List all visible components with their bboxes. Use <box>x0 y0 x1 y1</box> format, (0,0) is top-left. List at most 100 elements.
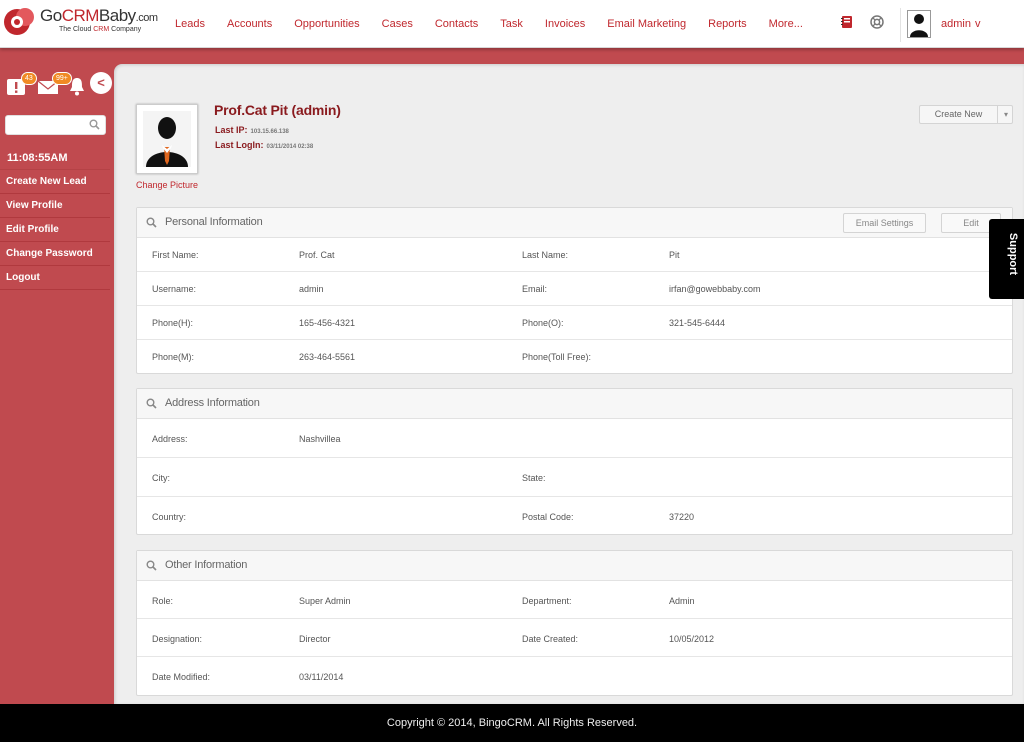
field-value: Admin <box>669 596 695 606</box>
field-label: Country: <box>152 512 187 522</box>
logo-tagline: The Cloud CRM Company <box>59 26 142 33</box>
field-value: irfan@gowebbaby.com <box>669 284 761 294</box>
user-silhouette-icon <box>143 111 191 167</box>
field-label: Last Name: <box>522 250 569 260</box>
table-row: Username: admin Email: irfan@gowebbaby.c… <box>137 272 1012 306</box>
search-icon <box>146 398 157 409</box>
sidebar: 43 99+ < 11:08:55AM Create New Lead View… <box>0 48 112 704</box>
panel-header: Personal Information Email Settings Edit <box>137 208 1012 238</box>
sidebar-menu: Create New Lead View Profile Edit Profil… <box>0 169 110 290</box>
profile-picture <box>136 104 198 174</box>
support-tab[interactable]: Support <box>989 219 1024 299</box>
field-label: Postal Code: <box>522 512 574 522</box>
field-value: Nashvillea <box>299 434 341 444</box>
table-row: City: State: <box>137 458 1012 497</box>
nav-accounts[interactable]: Accounts <box>216 0 283 48</box>
personal-information-panel: Personal Information Email Settings Edit… <box>136 207 1013 374</box>
user-menu[interactable]: admin v <box>900 8 1024 42</box>
field-label: First Name: <box>152 250 199 260</box>
address-information-panel: Address Information Address: Nashvillea … <box>136 388 1013 535</box>
field-label: Email: <box>522 284 548 294</box>
nav-reports[interactable]: Reports <box>697 0 758 48</box>
sidebar-link-change-password[interactable]: Change Password <box>0 242 110 266</box>
nav-task[interactable]: Task <box>489 0 534 48</box>
nav-cases[interactable]: Cases <box>371 0 424 48</box>
chevron-down-icon: v <box>975 18 981 30</box>
field-value: Prof. Cat <box>299 250 335 260</box>
user-name: admin <box>941 18 971 30</box>
table-row: Country: Postal Code: 37220 <box>137 497 1012 536</box>
field-label: Phone(M): <box>152 352 195 362</box>
table-row: Address: Nashvillea <box>137 419 1012 458</box>
panel-title: Other Information <box>165 559 248 571</box>
table-row: Designation: Director Date Created: 10/0… <box>137 619 1012 657</box>
field-label: City: <box>152 473 170 483</box>
panel-header: Address Information <box>137 389 1012 419</box>
field-value: 263-464-5561 <box>299 352 356 362</box>
profile-name: Prof.Cat Pit (admin) <box>214 102 341 118</box>
create-new-dropdown: Create New ▾ <box>919 105 1013 124</box>
last-login-row: Last LogIn: 03/11/2014 02:38 <box>215 140 314 150</box>
field-label: Phone(H): <box>152 318 194 328</box>
field-label: Department: <box>522 596 572 606</box>
field-value: 03/11/2014 <box>299 672 344 682</box>
top-header: GoCRMBaby.com The Cloud CRM Company Lead… <box>0 0 1024 48</box>
field-value: 37220 <box>669 512 695 522</box>
other-information-panel: Other Information Role: Super Admin Depa… <box>136 550 1013 696</box>
copyright-text: Copyright © 2014, BingoCRM. All Rights R… <box>386 717 638 729</box>
sidebar-search-input[interactable] <box>6 116 86 134</box>
search-icon[interactable] <box>89 119 100 130</box>
field-label: Date Modified: <box>152 672 211 682</box>
nav-more[interactable]: More... <box>758 0 814 48</box>
field-label: Role: <box>152 596 174 606</box>
sidebar-link-view-profile[interactable]: View Profile <box>0 194 110 218</box>
field-value: Super Admin <box>299 596 351 606</box>
change-picture-link[interactable]: Change Picture <box>136 180 198 190</box>
field-label: Designation: <box>152 634 203 644</box>
panel-title: Address Information <box>165 397 260 409</box>
table-row: Role: Super Admin Department: Admin <box>137 581 1012 619</box>
chevron-down-icon[interactable]: ▾ <box>999 106 1013 123</box>
field-label: Date Created: <box>522 634 579 644</box>
clock-time: 11:08:55AM <box>7 152 68 164</box>
brand-logo[interactable]: GoCRMBaby.com The Cloud CRM Company <box>3 2 163 42</box>
panel-title: Personal Information <box>165 216 263 228</box>
support-tab-label: Support <box>1007 232 1020 276</box>
nav-invoices[interactable]: Invoices <box>534 0 596 48</box>
search-icon <box>146 560 157 571</box>
field-value: admin <box>299 284 324 294</box>
search-icon <box>146 217 157 228</box>
avatar <box>907 10 931 38</box>
field-label: Phone(O): <box>522 318 564 328</box>
nav-opportunities[interactable]: Opportunities <box>283 0 370 48</box>
field-value: Director <box>299 634 331 644</box>
last-ip-row: Last IP: 103.15.66.138 <box>215 125 289 135</box>
logo-wordmark: GoCRMBaby.com <box>40 6 158 25</box>
table-row: First Name: Prof. Cat Last Name: Pit <box>137 238 1012 272</box>
footer: Copyright © 2014, BingoCRM. All Rights R… <box>0 704 1024 742</box>
top-icon-group <box>840 15 884 29</box>
field-label: State: <box>522 473 546 483</box>
field-value: Pit <box>669 250 680 260</box>
alert-count-badge: 43 <box>21 72 37 85</box>
sidebar-link-edit-profile[interactable]: Edit Profile <box>0 218 110 242</box>
notebook-icon[interactable] <box>840 15 854 29</box>
email-settings-button[interactable]: Email Settings <box>843 213 926 233</box>
field-label: Username: <box>152 284 197 294</box>
field-label: Phone(Toll Free): <box>522 352 592 362</box>
panel-header: Other Information <box>137 551 1012 581</box>
table-row: Date Modified: 03/11/2014 <box>137 657 1012 695</box>
sidebar-link-create-new-lead[interactable]: Create New Lead <box>0 170 110 194</box>
nav-leads[interactable]: Leads <box>164 0 216 48</box>
help-lifebuoy-icon[interactable] <box>870 15 884 29</box>
sidebar-link-logout[interactable]: Logout <box>0 266 110 290</box>
nav-email-marketing[interactable]: Email Marketing <box>596 0 697 48</box>
bell-icon[interactable] <box>68 77 86 97</box>
nav-contacts[interactable]: Contacts <box>424 0 489 48</box>
create-new-button[interactable]: Create New <box>920 106 998 123</box>
field-value: 165-456-4321 <box>299 318 356 328</box>
main-content: Change Picture Prof.Cat Pit (admin) Last… <box>114 64 1024 704</box>
user-silhouette-icon <box>910 14 928 37</box>
logo-mark-icon <box>4 8 34 35</box>
collapse-sidebar-button[interactable]: < <box>90 72 112 94</box>
